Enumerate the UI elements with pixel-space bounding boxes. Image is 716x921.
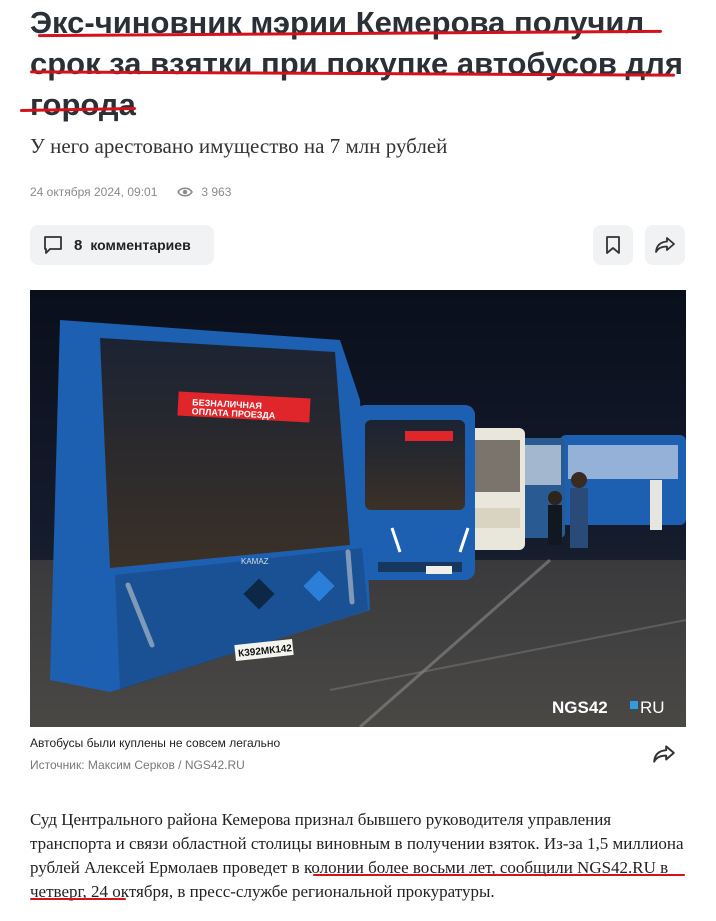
watermark-brand: NGS42	[552, 698, 608, 717]
share-icon	[655, 237, 675, 253]
bookmark-button[interactable]	[593, 225, 633, 265]
publish-date: 24 октября 2024, 09:01	[30, 185, 158, 199]
body-underline	[30, 898, 126, 900]
bookmark-icon	[606, 236, 620, 254]
comments-count: 8	[74, 236, 83, 254]
article-photo[interactable]: БЕЗНАЛИЧНАЯ ОПЛАТА ПРОЕЗДА К392МК142 KAM…	[30, 290, 686, 727]
watermark-dot	[630, 701, 638, 709]
watermark-suffix: RU	[640, 698, 665, 717]
comment-icon	[44, 236, 62, 254]
bus-brand-text: KAMAZ	[241, 557, 269, 566]
buses-illustration: БЕЗНАЛИЧНАЯ ОПЛАТА ПРОЕЗДА К392МК142 KAM…	[30, 290, 686, 727]
share-button[interactable]	[645, 225, 685, 265]
share-icon	[653, 745, 675, 763]
body-underline	[313, 874, 685, 876]
views-counter: 3 963	[177, 185, 231, 199]
views-count: 3 963	[201, 185, 232, 199]
article-meta: 24 октября 2024, 09:01 3 963	[30, 185, 231, 199]
source-label: Источник:	[30, 758, 85, 772]
photo-share-button[interactable]	[652, 744, 676, 768]
article-body: Суд Центрального района Кемерова признал…	[30, 808, 690, 904]
photo-source: Источник: Максим Серков / NGS42.RU	[30, 758, 245, 772]
source-value: Максим Серков / NGS42.RU	[87, 758, 245, 772]
eye-icon	[177, 187, 194, 197]
photo-caption: Автобусы были куплены не совсем легально	[30, 736, 281, 750]
comments-label: комментариев	[90, 237, 191, 253]
comments-button[interactable]: 8 комментариев	[30, 225, 214, 265]
article-subtitle: У него арестовано имущество на 7 млн руб…	[30, 134, 448, 158]
